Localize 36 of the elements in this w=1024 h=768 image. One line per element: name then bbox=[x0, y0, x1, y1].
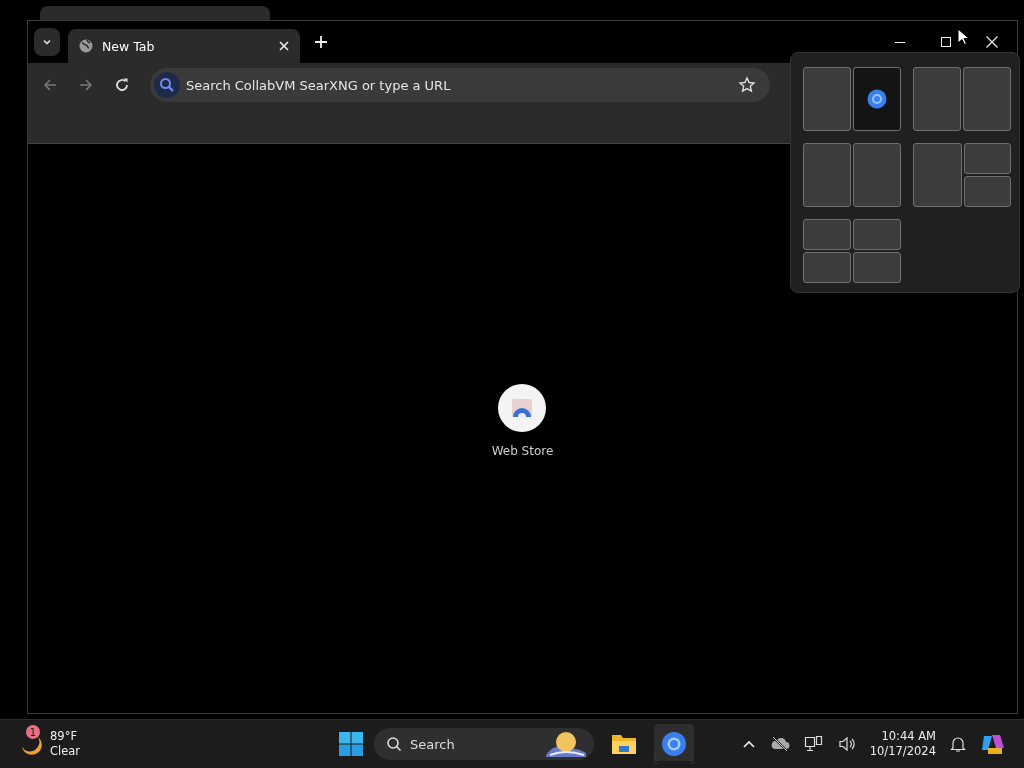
tab-search-button[interactable] bbox=[34, 28, 60, 56]
search-icon bbox=[154, 72, 180, 98]
tab-title: New Tab bbox=[102, 38, 156, 54]
globe-icon bbox=[78, 38, 94, 54]
new-tab-icon[interactable] bbox=[314, 35, 328, 49]
search-placeholder: Search bbox=[410, 736, 456, 752]
mouse-cursor-icon bbox=[957, 28, 969, 46]
cloud-off-icon[interactable] bbox=[769, 736, 790, 752]
maximize-icon[interactable] bbox=[939, 35, 953, 49]
web-store-icon bbox=[510, 397, 535, 419]
bookmark-star-icon[interactable] bbox=[738, 76, 756, 94]
browser-icon bbox=[867, 89, 887, 109]
close-tab-icon[interactable] bbox=[278, 40, 290, 52]
reload-icon[interactable] bbox=[114, 77, 130, 93]
close-icon[interactable] bbox=[985, 35, 999, 49]
address-bar[interactable]: Search CollabVM SearXNG or type a URL bbox=[150, 68, 770, 102]
notification-badge: 1 bbox=[26, 725, 40, 739]
weather-condition: Clear bbox=[50, 744, 81, 759]
volume-icon[interactable] bbox=[837, 736, 856, 752]
start-icon[interactable] bbox=[338, 731, 364, 757]
folder-icon bbox=[611, 732, 637, 756]
shortcut-label: Web Store bbox=[491, 444, 554, 458]
taskbar-search[interactable]: Search bbox=[374, 728, 594, 760]
browser-icon bbox=[661, 731, 687, 757]
clock-time: 10:44 AM bbox=[881, 729, 936, 744]
clock[interactable]: 10:44 AM 10/17/2024 bbox=[869, 729, 936, 759]
address-placeholder: Search CollabVM SearXNG or type a URL bbox=[186, 77, 452, 93]
network-icon[interactable] bbox=[803, 735, 824, 753]
bell-icon[interactable] bbox=[950, 735, 966, 753]
snap-zone[interactable] bbox=[853, 67, 901, 131]
taskbar-app[interactable] bbox=[654, 724, 694, 764]
temperature: 89°F bbox=[50, 729, 78, 744]
shortcut-tile[interactable] bbox=[498, 384, 547, 432]
clock-date: 10/17/2024 bbox=[869, 744, 936, 759]
browser-tab[interactable]: New Tab bbox=[68, 29, 300, 63]
search-icon bbox=[386, 736, 402, 752]
